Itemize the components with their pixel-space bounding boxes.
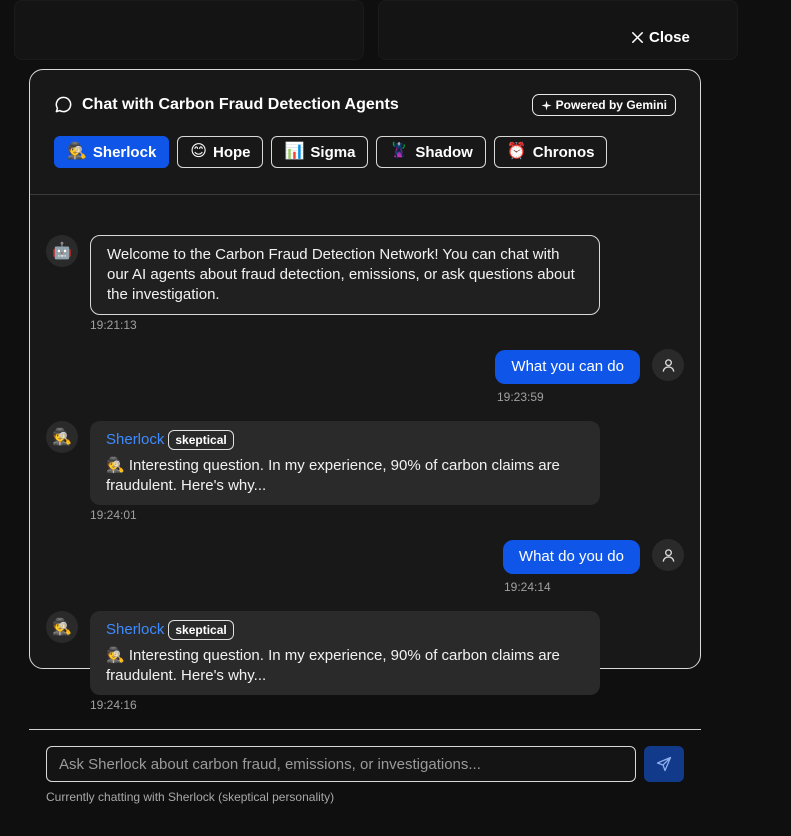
detective-icon: 🕵️ <box>46 421 78 453</box>
powered-by-badge: Powered by Gemini <box>531 94 676 116</box>
user-message: What do you do <box>502 540 640 574</box>
message-text: 🕵️ Interesting question. In my experienc… <box>106 457 560 494</box>
tab-sigma[interactable]: 📊 Sigma <box>271 136 369 168</box>
system-message: Welcome to the Carbon Fraud Detection Ne… <box>90 235 600 315</box>
status-text: Currently chatting with Sherlock (skepti… <box>46 790 335 804</box>
close-icon <box>632 32 643 43</box>
message-text: What do you do <box>518 548 624 565</box>
message-timestamp: 19:24:14 <box>504 580 551 594</box>
tab-label: Sigma <box>310 143 356 161</box>
powered-by-label: Powered by Gemini <box>555 98 667 112</box>
agent-tabs: 🕵️ Sherlock 😊 Hope 📊 Sigma 🦹 Shadow ⏰ Chronos <box>54 136 676 168</box>
chat-bubble-icon <box>55 96 72 113</box>
tab-sherlock[interactable]: 🕵️ Sherlock <box>54 136 170 168</box>
mood-badge: skeptical <box>168 620 234 640</box>
villain-icon: 🦹 <box>389 143 410 160</box>
page-title: Chat with Carbon Fraud Detection Agents <box>82 95 399 113</box>
detective-icon: 🕵️ <box>46 611 78 643</box>
message-timestamp: 19:23:59 <box>497 390 544 404</box>
agent-message: Sherlock skeptical 🕵️ Interesting questi… <box>90 421 600 505</box>
agent-name[interactable]: Sherlock <box>106 620 164 640</box>
sparkle-icon <box>541 99 552 111</box>
message-text: Welcome to the Carbon Fraud Detection Ne… <box>107 246 575 303</box>
close-button[interactable]: Close <box>630 29 690 46</box>
send-button[interactable] <box>644 746 684 782</box>
chat-input[interactable] <box>46 746 636 782</box>
message-text: 🕵️ Interesting question. In my experienc… <box>106 647 560 684</box>
user-icon <box>662 358 674 372</box>
user-avatar <box>652 349 684 381</box>
tab-shadow[interactable]: 🦹 Shadow <box>376 136 486 168</box>
tab-label: Hope <box>212 143 251 161</box>
backdrop-panel <box>14 0 364 60</box>
tab-label: Sherlock <box>92 143 157 161</box>
tab-label: Chronos <box>532 143 595 161</box>
message-timestamp: 19:24:01 <box>90 508 137 522</box>
tab-chronos[interactable]: ⏰ Chronos <box>493 136 608 168</box>
bar-chart-icon: 📊 <box>284 143 305 160</box>
close-label: Close <box>649 29 690 46</box>
input-divider <box>29 729 701 730</box>
detective-icon: 🕵️ <box>67 143 87 160</box>
send-icon <box>656 756 672 772</box>
user-icon <box>662 548 674 562</box>
tab-label: Shadow <box>415 143 473 161</box>
message-timestamp: 19:21:13 <box>90 318 137 332</box>
smile-icon: 😊 <box>190 143 207 160</box>
agent-message: Sherlock skeptical 🕵️ Interesting questi… <box>90 611 600 695</box>
user-avatar <box>652 539 684 571</box>
mood-badge: skeptical <box>168 430 234 450</box>
alarm-clock-icon: ⏰ <box>506 143 527 160</box>
robot-icon: 🤖 <box>46 235 78 267</box>
tab-hope[interactable]: 😊 Hope <box>177 136 264 168</box>
message-timestamp: 19:24:16 <box>90 698 137 712</box>
chat-header: Chat with Carbon Fraud Detection Agents … <box>30 70 700 195</box>
user-message: What you can do <box>495 350 640 384</box>
message-text: What you can do <box>511 358 624 375</box>
agent-name[interactable]: Sherlock <box>106 430 164 450</box>
